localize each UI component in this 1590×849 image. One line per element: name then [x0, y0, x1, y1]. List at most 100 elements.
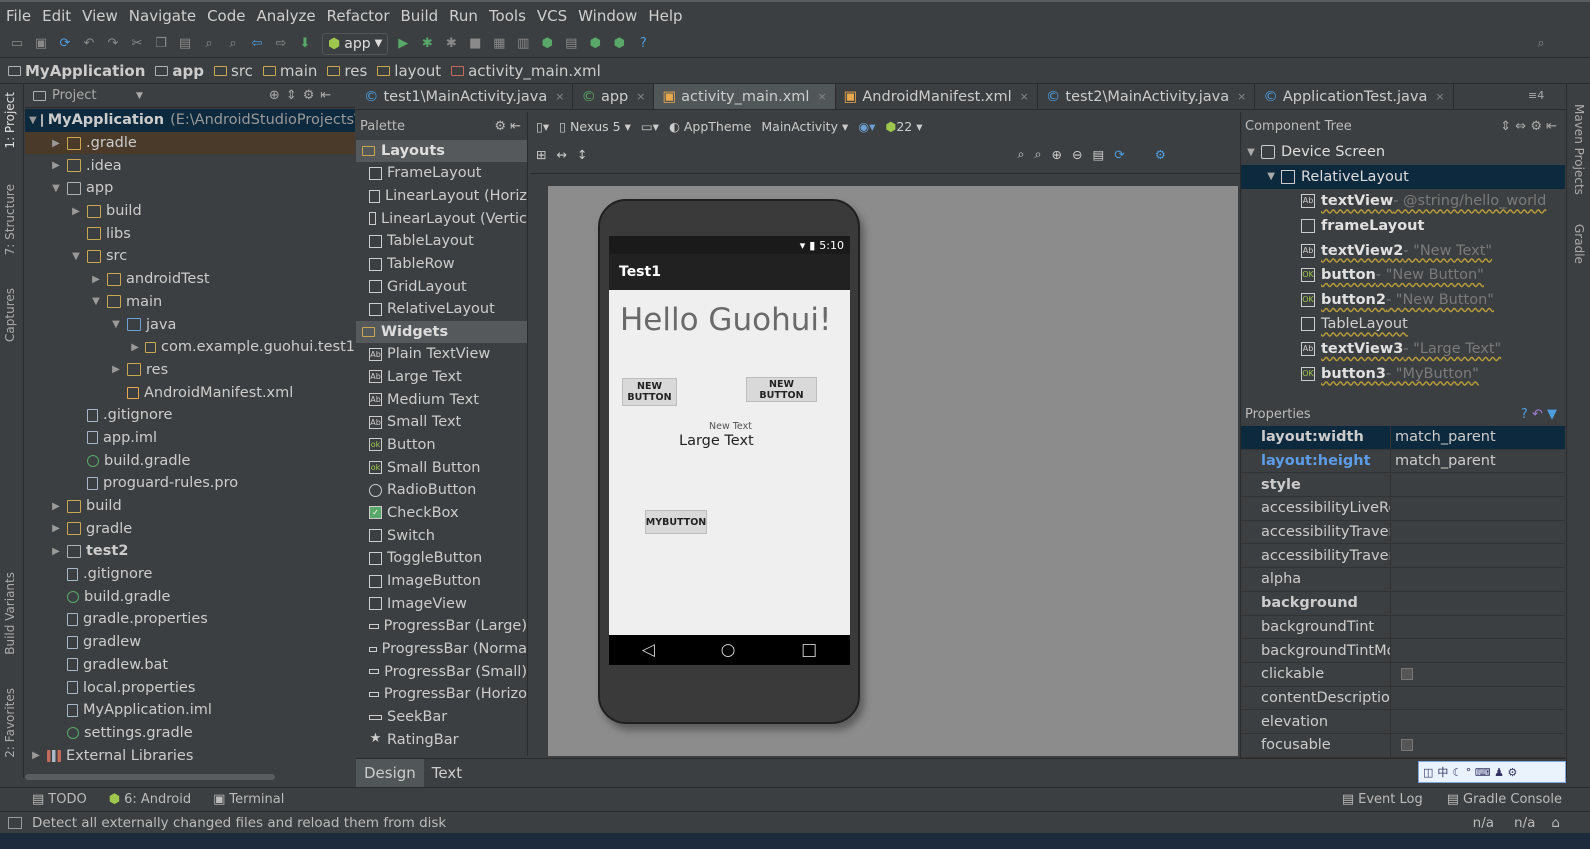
- open-icon[interactable]: ▭: [6, 33, 28, 55]
- property-value[interactable]: match_parent: [1391, 450, 1565, 473]
- property-row[interactable]: elevation: [1241, 710, 1565, 734]
- structure-tool-tab[interactable]: 7: Structure: [3, 184, 17, 255]
- menu-tools[interactable]: Tools: [489, 7, 526, 25]
- paste-icon[interactable]: ▤: [174, 33, 196, 55]
- preview-text-view2[interactable]: New Text: [709, 421, 752, 432]
- replace-icon[interactable]: ⌕: [222, 33, 244, 55]
- activity-select[interactable]: MainActivity ▾: [761, 119, 848, 134]
- stop-icon[interactable]: ■: [464, 33, 486, 55]
- palette-item[interactable]: TableRow: [356, 253, 527, 276]
- gear-icon[interactable]: ⚙: [1155, 147, 1166, 162]
- tree-item[interactable]: ▶ res: [25, 359, 355, 382]
- tree-node-button3[interactable]: OK button3 - "MyButton": [1241, 361, 1565, 386]
- zoom-actual-icon[interactable]: ⌕: [1017, 146, 1024, 162]
- tree-node-device-screen[interactable]: ▼ Device Screen: [1241, 140, 1565, 165]
- tree-item[interactable]: ▼ app: [25, 177, 355, 200]
- chevron-right-icon[interactable]: ▶: [89, 274, 103, 285]
- avd-manager-icon[interactable]: ▤: [560, 33, 582, 55]
- breadcrumb-item[interactable]: res: [327, 62, 367, 80]
- property-value[interactable]: [1391, 497, 1565, 520]
- find-icon[interactable]: ⌕: [198, 33, 220, 55]
- locate-icon[interactable]: ⊕: [269, 88, 280, 103]
- lock-icon[interactable]: ⌂: [1551, 815, 1560, 831]
- chevron-right-icon[interactable]: ▶: [49, 546, 63, 557]
- ime-toolbar[interactable]: ◫ 中 ☾ ° ⌨ ♟ ⚙: [1418, 761, 1566, 783]
- palette-item[interactable]: ✓ CheckBox: [356, 502, 527, 525]
- menu-help[interactable]: Help: [648, 7, 682, 25]
- editor-tab[interactable]: ▣ AndroidManifest.xml ×: [836, 84, 1038, 109]
- property-row[interactable]: background: [1241, 591, 1565, 616]
- zoom-out-icon[interactable]: ⊖: [1072, 147, 1082, 162]
- palette-item[interactable]: ImageButton: [356, 570, 527, 593]
- tree-item[interactable]: ▶ com.example.guohui.test1: [25, 336, 355, 359]
- editor-tab[interactable]: ▣ activity_main.xml ×: [654, 84, 836, 109]
- tab-text[interactable]: Text: [424, 759, 470, 787]
- menu-vcs[interactable]: VCS: [537, 7, 567, 25]
- maven-projects-tool-tab[interactable]: Maven Projects: [1572, 104, 1586, 195]
- property-row[interactable]: accessibilityLiveReg: [1241, 497, 1565, 521]
- property-row[interactable]: style: [1241, 473, 1565, 498]
- palette-item[interactable]: Ab Small Text: [356, 411, 527, 434]
- menu-build[interactable]: Build: [401, 7, 439, 25]
- menu-refactor[interactable]: Refactor: [327, 7, 390, 25]
- event-log-button[interactable]: Event Log: [1358, 792, 1423, 807]
- property-value[interactable]: [1391, 568, 1565, 591]
- tree-node-framelayout[interactable]: frameLayout: [1241, 214, 1565, 239]
- collapse-icon[interactable]: ⇕: [286, 88, 297, 103]
- undo-icon[interactable]: ↶: [78, 33, 100, 55]
- tree-item[interactable]: gradlew: [25, 631, 355, 654]
- property-row[interactable]: clickable: [1241, 662, 1565, 687]
- menu-analyze[interactable]: Analyze: [256, 7, 315, 25]
- chevron-right-icon[interactable]: ▶: [69, 206, 83, 217]
- tree-node-button[interactable]: OK button - "New Button": [1241, 263, 1565, 288]
- tree-node-textview2[interactable]: Ab textView2 - "New Text": [1241, 238, 1565, 263]
- palette-item[interactable]: Ab Medium Text: [356, 388, 527, 411]
- palette-item[interactable]: ProgressBar (Small): [356, 660, 527, 683]
- tab-design[interactable]: Design: [356, 758, 424, 787]
- palette-item[interactable]: GridLayout: [356, 275, 527, 298]
- property-value[interactable]: [1391, 521, 1565, 544]
- chevron-right-icon[interactable]: ▶: [49, 138, 63, 149]
- chevron-right-icon[interactable]: ▶: [129, 342, 141, 353]
- tree-item[interactable]: .gitignore: [25, 404, 355, 427]
- palette-item[interactable]: ToggleButton: [356, 547, 527, 570]
- property-value[interactable]: [1391, 592, 1565, 615]
- android-icon[interactable]: ⬢: [608, 33, 630, 55]
- menu-window[interactable]: Window: [578, 7, 637, 25]
- palette-item[interactable]: ProgressBar (Norma: [356, 638, 527, 661]
- property-value[interactable]: [1391, 544, 1565, 567]
- run-config-select[interactable]: ⬢ app ▼: [322, 32, 389, 55]
- palette-item[interactable]: ProgressBar (Horizo: [356, 683, 527, 706]
- property-row[interactable]: layout:width match_parent: [1241, 426, 1565, 450]
- locale-icon[interactable]: ◉▾: [858, 119, 875, 134]
- property-row[interactable]: accessibilityTraversa: [1241, 520, 1565, 545]
- tree-item[interactable]: ▶ .idea: [25, 154, 355, 177]
- favorites-tool-tab[interactable]: 2: Favorites: [3, 688, 17, 758]
- property-row[interactable]: backgroundTintMo: [1241, 639, 1565, 663]
- breadcrumb-item[interactable]: activity_main.xml: [451, 62, 601, 80]
- sdk-manager-icon[interactable]: ▥: [512, 33, 534, 55]
- property-value[interactable]: [1391, 663, 1565, 686]
- save-icon[interactable]: ▣: [30, 33, 52, 55]
- tree-item[interactable]: ▼ src: [25, 245, 355, 268]
- menu-navigate[interactable]: Navigate: [129, 7, 196, 25]
- status-toggle-icon[interactable]: [8, 816, 22, 829]
- tree-item[interactable]: ▶ gradle: [25, 517, 355, 540]
- layout-variants-icon[interactable]: ▯▾: [536, 119, 549, 134]
- theme-select[interactable]: ◐ AppTheme: [669, 119, 751, 134]
- captures-tool-tab[interactable]: Captures: [3, 288, 17, 342]
- close-icon[interactable]: ×: [555, 90, 564, 103]
- chevron-right-icon[interactable]: ▶: [29, 750, 43, 761]
- chevron-down-icon[interactable]: ▼: [29, 115, 37, 126]
- tree-item[interactable]: ▶ androidTest: [25, 268, 355, 291]
- sync-icon[interactable]: ⟳: [54, 33, 76, 55]
- tree-node-tablelayout[interactable]: TableLayout: [1241, 312, 1565, 337]
- property-value[interactable]: [1391, 473, 1565, 496]
- tree-item[interactable]: ▼ main: [25, 291, 355, 314]
- tree-item[interactable]: ▶ .gradle: [25, 131, 355, 155]
- project-view-select[interactable]: Project: [52, 88, 130, 103]
- menu-view[interactable]: View: [82, 7, 118, 25]
- tree-item[interactable]: local.properties: [25, 676, 355, 699]
- copy-icon[interactable]: ❐: [150, 33, 172, 55]
- fill-width-icon[interactable]: ↔: [556, 147, 566, 162]
